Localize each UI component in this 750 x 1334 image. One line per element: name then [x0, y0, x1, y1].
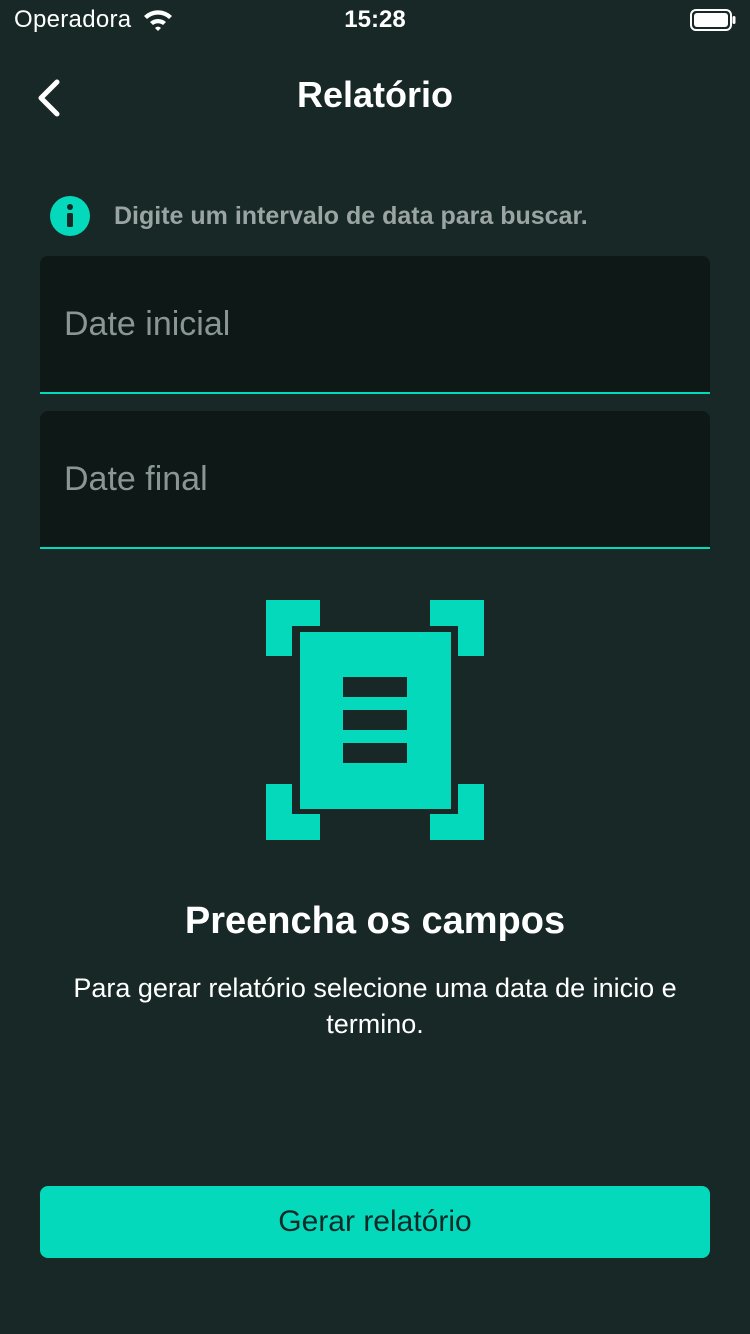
status-bar: Operadora 15:28: [0, 0, 750, 40]
document-scan-icon: [266, 600, 484, 840]
start-date-field[interactable]: [40, 256, 710, 394]
start-date-input[interactable]: [40, 256, 710, 392]
empty-state-message: Para gerar relatório selecione uma data …: [73, 973, 677, 1039]
info-hint: Digite um intervalo de data para buscar.: [50, 196, 588, 236]
empty-state-title: Preencha os campos: [184, 900, 566, 942]
battery-icon: [690, 9, 736, 31]
info-icon: [50, 196, 90, 236]
page-title: Relatório: [296, 74, 454, 115]
generate-report-button[interactable]: Gerar relatório: [40, 1186, 710, 1258]
end-date-field[interactable]: [40, 411, 710, 549]
navigation-bar: Relatório: [0, 50, 750, 146]
info-text: Digite um intervalo de data para buscar.: [114, 201, 588, 230]
end-date-input[interactable]: [40, 411, 710, 547]
status-time: 15:28: [344, 6, 406, 33]
